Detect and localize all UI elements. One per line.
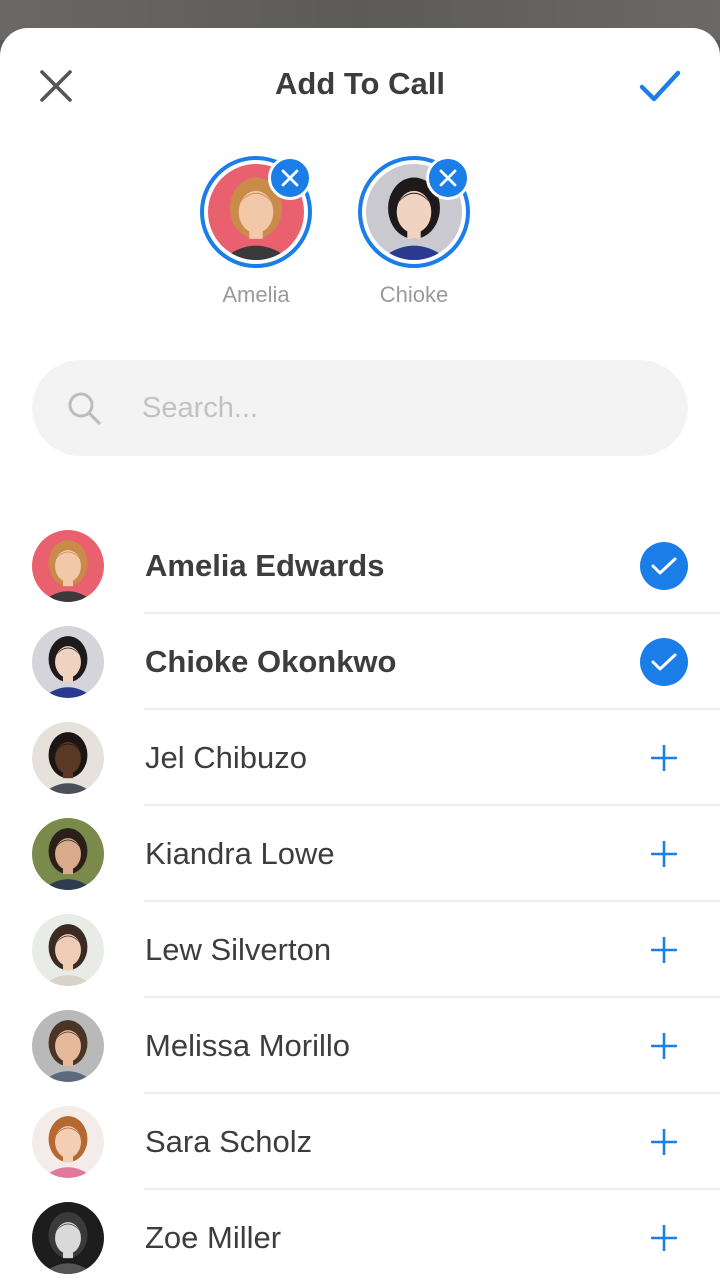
plus-icon: [651, 745, 677, 771]
avatar-photo: [32, 530, 104, 602]
confirm-button[interactable]: [632, 58, 688, 114]
checkmark-icon: [639, 70, 681, 102]
contact-row[interactable]: Melissa Morillo: [0, 998, 720, 1094]
avatar: [32, 1202, 104, 1274]
selected-chip-name: Chioke: [379, 282, 449, 307]
contact-name: Chioke Okonkwo: [145, 644, 397, 679]
contact-name: Lew Silverton: [145, 932, 332, 967]
avatar-photo: [32, 722, 104, 794]
remove-participant-button[interactable]: [268, 156, 312, 200]
contact-row[interactable]: Amelia Edwards: [0, 518, 720, 614]
add-contact-button[interactable]: [636, 826, 692, 882]
avatar: [32, 722, 104, 794]
avatar-photo: [32, 1106, 104, 1178]
search-input[interactable]: [142, 382, 662, 434]
plus-icon: [651, 1129, 677, 1155]
selected-chip: Amelia: [181, 156, 331, 308]
plus-icon: [651, 937, 677, 963]
remove-participant-button[interactable]: [426, 156, 470, 200]
contact-row[interactable]: Lew Silverton: [0, 902, 720, 998]
close-icon: [439, 169, 457, 187]
avatar: [358, 156, 470, 268]
close-icon: [281, 169, 299, 187]
search-icon: [68, 392, 101, 425]
contact-name: Melissa Morillo: [145, 1028, 350, 1063]
page-title: Add To Call: [275, 66, 445, 101]
avatar: [32, 818, 104, 890]
contact-row[interactable]: Zoe Miller: [0, 1190, 720, 1280]
contact-row[interactable]: Chioke Okonkwo: [0, 614, 720, 710]
avatar: [32, 1106, 104, 1178]
avatar-photo: [32, 818, 104, 890]
add-contact-button[interactable]: [636, 1210, 692, 1266]
contact-name: Jel Chibuzo: [145, 740, 307, 775]
contact-name: Zoe Miller: [145, 1220, 282, 1255]
add-to-call-sheet: Add To Call Amelia Chioke Amelia Edwards C…: [0, 28, 720, 1280]
selected-chip: Chioke: [339, 156, 489, 308]
avatar-photo: [32, 914, 104, 986]
contact-row[interactable]: Sara Scholz: [0, 1094, 720, 1190]
contact-list: Amelia Edwards Chioke Okonkwo Jel Chibuzo K…: [0, 518, 720, 1280]
add-contact-button[interactable]: [636, 1114, 692, 1170]
selected-check-button[interactable]: [636, 634, 692, 690]
avatar-photo: [32, 1202, 104, 1274]
header: Add To Call: [0, 28, 720, 144]
contact-name: Kiandra Lowe: [145, 836, 335, 871]
selected-check-button[interactable]: [636, 538, 692, 594]
avatar: [32, 530, 104, 602]
search-bar[interactable]: [32, 360, 688, 456]
selected-participants: Amelia Chioke: [0, 156, 720, 326]
plus-icon: [651, 1033, 677, 1059]
avatar-photo: [32, 1010, 104, 1082]
add-contact-button[interactable]: [636, 922, 692, 978]
checkmark-icon: [640, 638, 688, 686]
contact-row[interactable]: Jel Chibuzo: [0, 710, 720, 806]
avatar-photo: [32, 626, 104, 698]
add-contact-button[interactable]: [636, 1018, 692, 1074]
selected-chip-name: Amelia: [222, 282, 290, 307]
plus-icon: [651, 1225, 677, 1251]
checkmark-icon: [640, 542, 688, 590]
add-contact-button[interactable]: [636, 730, 692, 786]
contact-row[interactable]: Kiandra Lowe: [0, 806, 720, 902]
avatar: [32, 914, 104, 986]
contact-name: Sara Scholz: [145, 1124, 313, 1159]
avatar: [200, 156, 312, 268]
avatar: [32, 626, 104, 698]
contact-name: Amelia Edwards: [145, 548, 385, 583]
avatar: [32, 1010, 104, 1082]
plus-icon: [651, 841, 677, 867]
